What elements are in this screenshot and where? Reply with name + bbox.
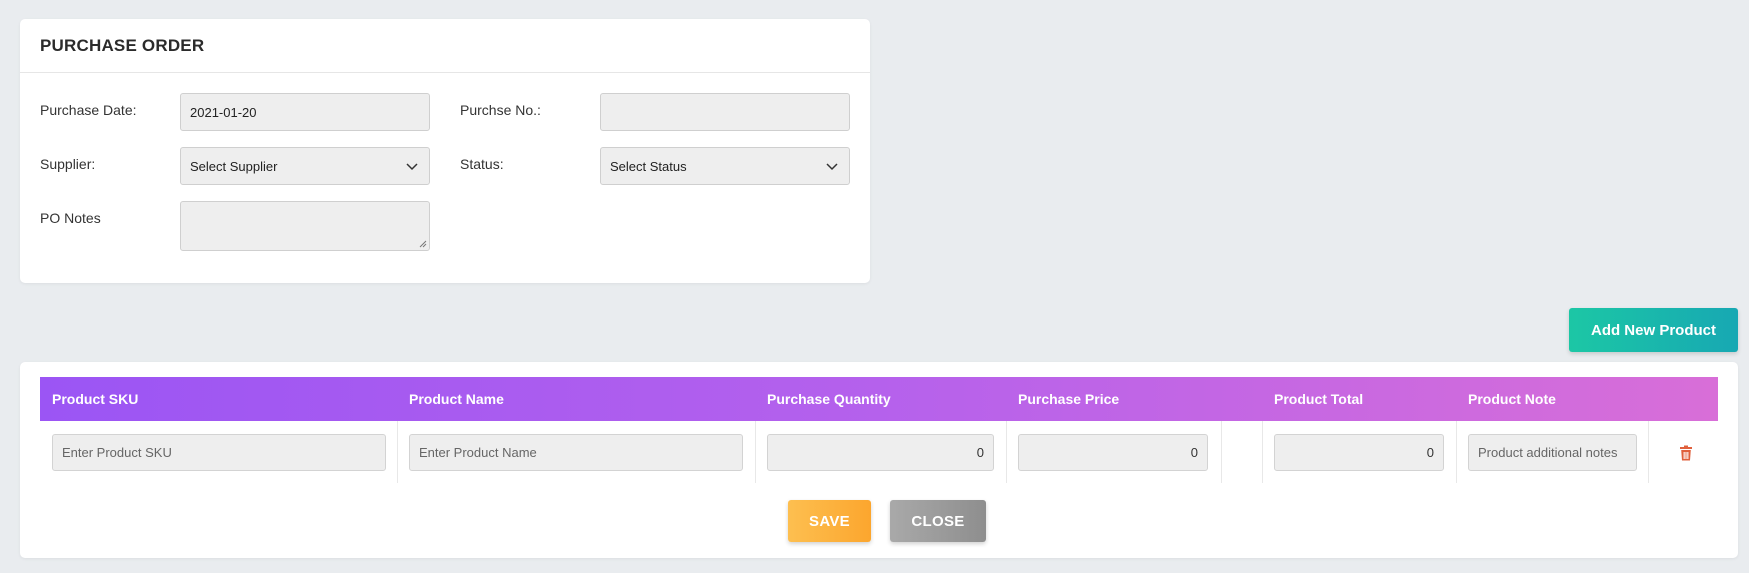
product-total-field[interactable]: 0 <box>1274 434 1444 471</box>
cell-divider <box>755 421 756 483</box>
cell-divider <box>1648 421 1649 483</box>
table-header: Product SKU Product Name Purchase Quanti… <box>40 377 1718 421</box>
column-header-sku: Product SKU <box>52 391 139 407</box>
trash-icon[interactable] <box>1679 445 1693 461</box>
table-row: Enter Product SKU Enter Product Name 0 0… <box>40 421 1718 483</box>
add-new-product-button[interactable]: Add New Product <box>1569 308 1738 352</box>
status-label: Status: <box>460 156 504 172</box>
cell-divider <box>1262 421 1263 483</box>
chevron-down-icon <box>406 163 418 171</box>
save-button[interactable]: SAVE <box>788 500 871 542</box>
purchase-quantity-value: 0 <box>976 445 984 460</box>
column-header-note: Product Note <box>1468 391 1556 407</box>
column-header-price: Purchase Price <box>1018 391 1120 407</box>
supplier-select[interactable]: Select Supplier <box>180 147 430 185</box>
product-note-placeholder: Product additional notes <box>1478 445 1618 460</box>
purchase-date-field[interactable]: 2021-01-20 <box>180 93 430 131</box>
chevron-down-icon <box>826 163 838 171</box>
product-sku-placeholder: Enter Product SKU <box>62 445 172 460</box>
cell-divider <box>1221 421 1222 483</box>
product-name-placeholder: Enter Product Name <box>419 445 537 460</box>
resize-grip-icon[interactable] <box>419 240 427 248</box>
cell-divider <box>1006 421 1007 483</box>
purchase-no-field[interactable] <box>600 93 850 131</box>
po-notes-textarea[interactable] <box>180 201 430 251</box>
cell-divider <box>397 421 398 483</box>
column-header-quantity: Purchase Quantity <box>767 391 891 407</box>
purchase-date-value: 2021-01-20 <box>190 104 257 120</box>
column-header-name: Product Name <box>409 391 504 407</box>
purchase-price-value: 0 <box>1190 445 1198 460</box>
column-header-total: Product Total <box>1274 391 1364 407</box>
po-notes-label: PO Notes <box>40 210 101 226</box>
product-sku-input[interactable]: Enter Product SKU <box>52 434 386 471</box>
status-select[interactable]: Select Status <box>600 147 850 185</box>
purchase-date-label: Purchase Date: <box>40 102 137 118</box>
supplier-selected-value: Select Supplier <box>190 158 278 174</box>
purchase-price-input[interactable]: 0 <box>1018 434 1208 471</box>
close-button[interactable]: CLOSE <box>890 500 986 542</box>
supplier-label: Supplier: <box>40 156 96 172</box>
page-title: PURCHASE ORDER <box>40 35 205 55</box>
cell-divider <box>1456 421 1457 483</box>
products-table-card: Product SKU Product Name Purchase Quanti… <box>20 362 1738 558</box>
purchase-no-label: Purchse No.: <box>460 102 541 118</box>
product-total-value: 0 <box>1426 445 1434 460</box>
status-selected-value: Select Status <box>610 158 687 174</box>
purchase-quantity-input[interactable]: 0 <box>767 434 994 471</box>
product-name-input[interactable]: Enter Product Name <box>409 434 743 471</box>
product-note-input[interactable]: Product additional notes <box>1468 434 1637 471</box>
purchase-order-header: PURCHASE ORDER <box>20 19 870 73</box>
purchase-order-card: PURCHASE ORDER Purchase Date: 2021-01-20… <box>20 19 870 283</box>
